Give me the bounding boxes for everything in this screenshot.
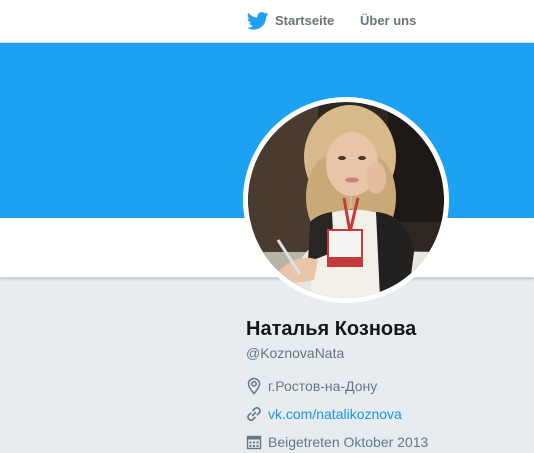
profile-page: Startseite Über uns Наталья Кознова @Koz… xyxy=(0,0,534,453)
calendar-icon xyxy=(246,435,262,450)
profile-url-row: vk.com/natalikoznova xyxy=(246,404,402,424)
avatar-photo xyxy=(248,102,444,298)
profile-handle: @KoznovaNata xyxy=(246,345,345,361)
nav-home-link[interactable]: Startseite xyxy=(247,10,334,32)
twitter-bird-icon xyxy=(247,12,269,30)
profile-location-row: г.Ростов-на-Дону xyxy=(246,376,377,396)
profile-url-link[interactable]: vk.com/natalikoznova xyxy=(268,406,402,422)
nav-home-label: Startseite xyxy=(275,13,335,28)
profile-name: Наталья Кознова xyxy=(246,318,417,340)
profile-location: г.Ростов-на-Дону xyxy=(268,378,378,394)
profile-joined: Beigetreten Oktober 2013 xyxy=(268,434,429,450)
profile-joined-row: Beigetreten Oktober 2013 xyxy=(246,432,428,452)
link-icon xyxy=(247,406,261,422)
top-navigation: Startseite Über uns xyxy=(0,0,534,43)
profile-avatar[interactable] xyxy=(243,97,449,303)
nav-about-link[interactable]: Über uns xyxy=(360,10,416,32)
location-pin-icon xyxy=(247,377,261,395)
